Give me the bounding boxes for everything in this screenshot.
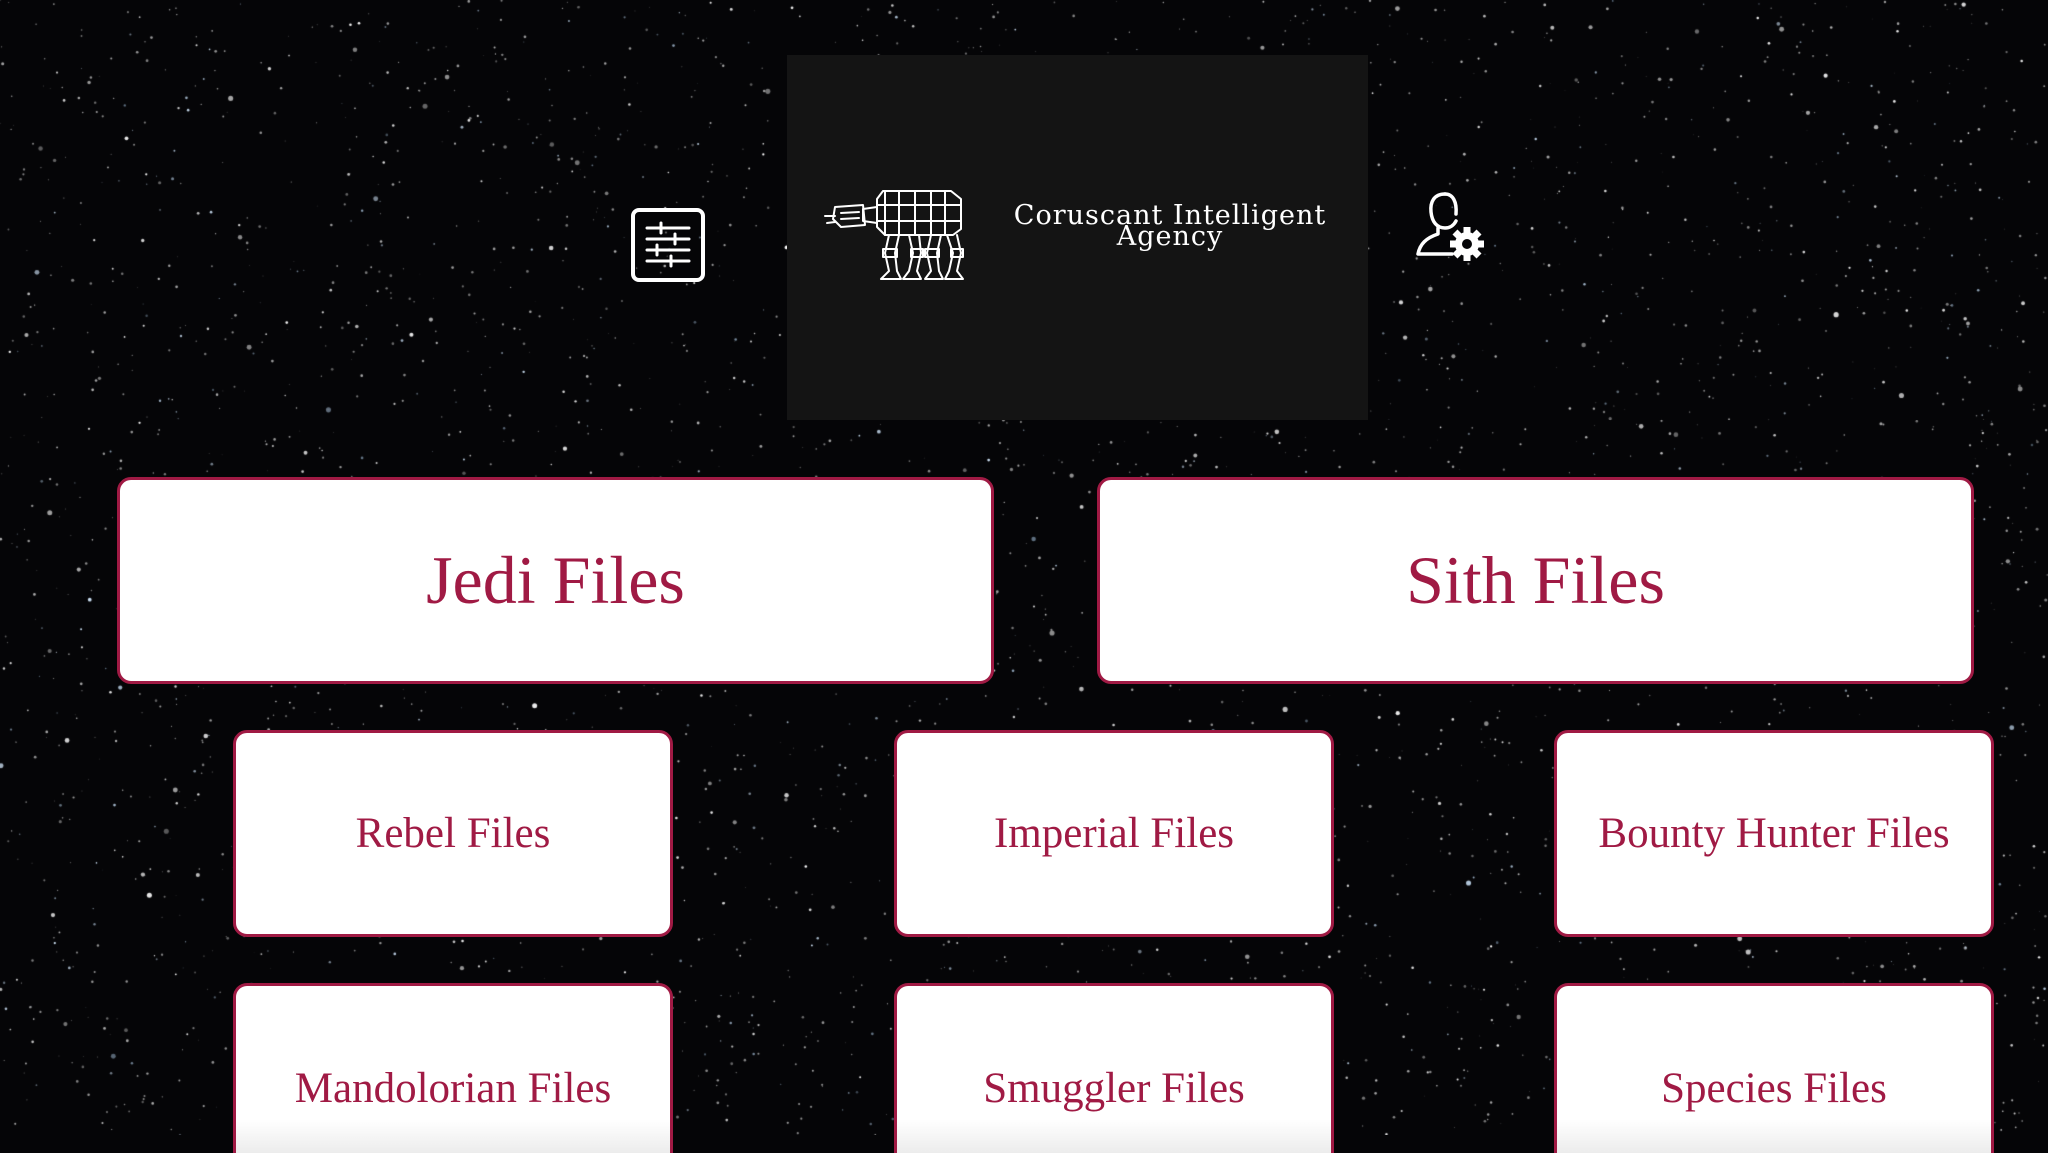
species-files-card[interactable]: Species Files <box>1554 983 1994 1153</box>
imperial-files-card[interactable]: Imperial Files <box>894 730 1334 937</box>
sith-files-card[interactable]: Sith Files <box>1097 477 1974 684</box>
jedi-files-card[interactable]: Jedi Files <box>117 477 994 684</box>
at-at-walker-icon <box>824 190 964 280</box>
admin-settings-button[interactable] <box>1412 188 1488 264</box>
user-settings-icon <box>1416 192 1484 261</box>
bounty-hunter-files-card[interactable]: Bounty Hunter Files <box>1554 730 1994 937</box>
brand-name: Coruscant Intelligent Agency <box>985 202 1355 250</box>
sliders-menu-icon <box>645 221 691 268</box>
mandolorian-files-card[interactable]: Mandolorian Files <box>233 983 673 1153</box>
rebel-files-card[interactable]: Rebel Files <box>233 730 673 937</box>
smuggler-files-card[interactable]: Smuggler Files <box>894 983 1334 1153</box>
menu-button[interactable] <box>631 208 705 282</box>
